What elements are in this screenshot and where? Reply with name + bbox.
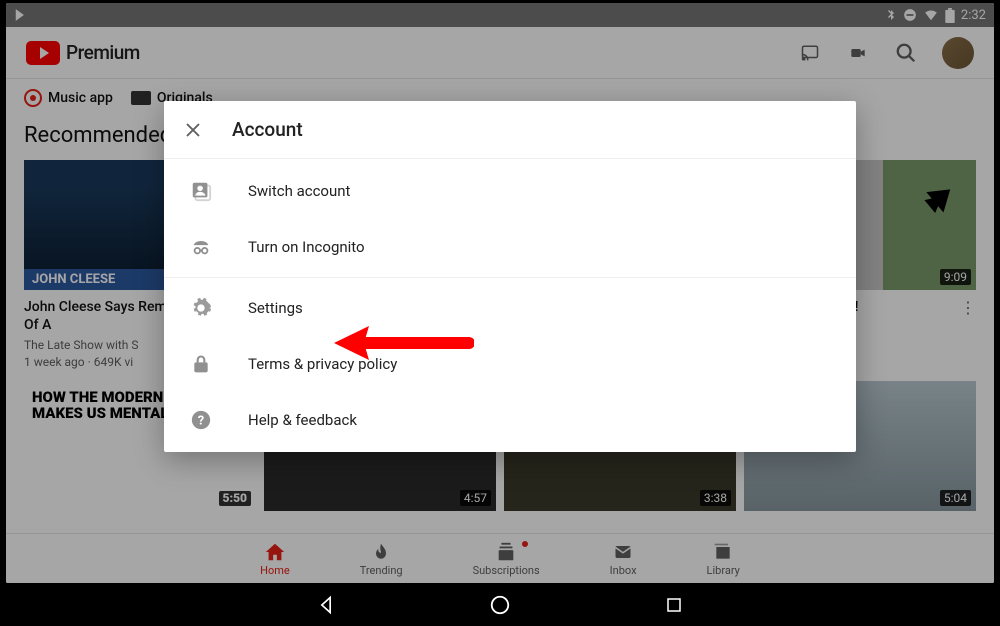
gear-icon bbox=[190, 297, 212, 319]
back-button[interactable] bbox=[314, 593, 338, 617]
lock-icon bbox=[190, 353, 212, 375]
close-icon[interactable] bbox=[184, 121, 202, 139]
home-button[interactable] bbox=[488, 593, 512, 617]
menu-label: Settings bbox=[248, 299, 303, 317]
menu-label: Help & feedback bbox=[248, 411, 357, 429]
menu-label: Turn on Incognito bbox=[248, 238, 365, 256]
menu-incognito[interactable]: Turn on Incognito bbox=[164, 219, 856, 275]
menu-help[interactable]: ? Help & feedback bbox=[164, 392, 856, 448]
dialog-title: Account bbox=[232, 118, 303, 141]
account-dialog: Account Switch account Turn on Incognito… bbox=[164, 101, 856, 452]
menu-settings[interactable]: Settings bbox=[164, 280, 856, 336]
menu-terms[interactable]: Terms & privacy policy bbox=[164, 336, 856, 392]
incognito-icon bbox=[190, 236, 212, 258]
menu-label: Terms & privacy policy bbox=[248, 355, 397, 373]
recents-button[interactable] bbox=[662, 593, 686, 617]
svg-text:?: ? bbox=[198, 414, 204, 429]
menu-divider bbox=[164, 277, 856, 278]
help-icon: ? bbox=[190, 409, 212, 431]
system-nav bbox=[0, 584, 1000, 626]
account-box-icon bbox=[190, 180, 212, 202]
menu-switch-account[interactable]: Switch account bbox=[164, 163, 856, 219]
menu-label: Switch account bbox=[248, 182, 350, 200]
